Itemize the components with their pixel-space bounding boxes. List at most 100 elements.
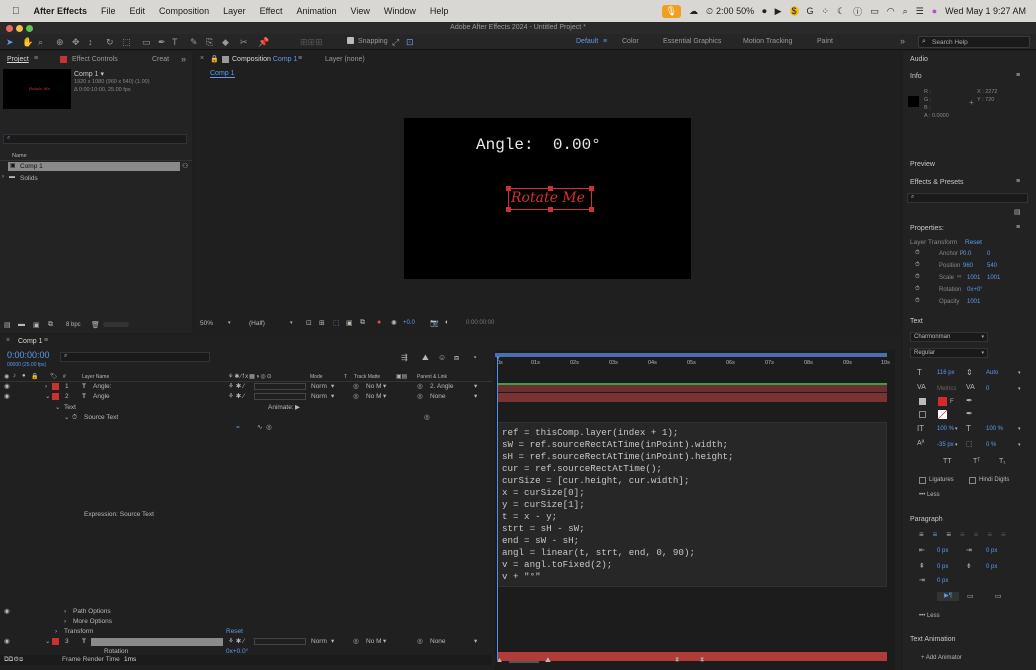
project-item-comp1[interactable]: ▣ Comp 1 xyxy=(8,162,180,171)
parent-dropdown[interactable]: None xyxy=(430,637,446,647)
parent-dropdown[interactable]: 2. Angle xyxy=(430,382,454,392)
expression-code[interactable]: ref = thisComp.layer(index + 1); sW = ref… xyxy=(502,427,734,583)
horizontal-scale-value[interactable]: 100 % xyxy=(986,426,1003,432)
camera-icon[interactable]: 📷 xyxy=(430,319,439,327)
wifi-icon[interactable]: ◠ xyxy=(887,6,895,17)
parent-pickwhip-icon[interactable]: ◎ xyxy=(417,382,423,392)
first-line-indent-value[interactable]: 0 px xyxy=(937,578,948,584)
close-tab-icon[interactable]: × xyxy=(200,55,204,62)
magnification-dropdown[interactable]: 50% xyxy=(200,320,213,327)
kerning-value[interactable]: Metrics xyxy=(937,386,956,392)
info-menu-icon[interactable]: ≡ xyxy=(1016,72,1020,79)
tab-effect-controls[interactable]: Effect Controls xyxy=(72,56,118,63)
transform-reset[interactable]: Reset xyxy=(226,627,243,637)
layer-label-color[interactable] xyxy=(52,638,59,645)
text-less-button[interactable]: ••• Less xyxy=(919,492,940,498)
effects-search-input[interactable]: ⌕ xyxy=(907,193,1028,203)
battery-icon[interactable]: ▭ xyxy=(870,6,879,17)
timeline-zoom-bar[interactable]: ⛰ ⛰ ⧗ ⧗ xyxy=(495,657,887,667)
chevron-right-icon[interactable]: › xyxy=(45,382,47,392)
zoom-slider[interactable] xyxy=(509,661,539,663)
siri-icon[interactable]: ● xyxy=(932,6,937,16)
new-folder-icon[interactable]: ▬ xyxy=(18,321,25,328)
interpret-footage-icon[interactable]: ▤ xyxy=(4,321,11,329)
matte-link-icon[interactable]: ◎ xyxy=(353,382,359,392)
current-time[interactable]: 0:00:00:00 xyxy=(7,350,50,360)
channel-icon[interactable]: ▣ xyxy=(346,319,353,327)
layer-name-field[interactable] xyxy=(91,638,223,646)
expression-enable-icon[interactable]: = xyxy=(236,423,240,433)
indent-left-value[interactable]: 0 px xyxy=(937,548,948,554)
type-tool-icon[interactable]: T xyxy=(172,37,178,47)
draft-3d-icon[interactable]: ⛰ xyxy=(422,353,429,363)
handle-tr[interactable] xyxy=(589,186,594,191)
tab-project[interactable]: Project xyxy=(7,56,29,63)
render-icons[interactable]: ⧉⧉⚙⧈ xyxy=(4,655,23,665)
code-line[interactable]: cur = ref.sourceRectAtTime(); xyxy=(502,463,734,475)
screen-record-icon[interactable]: ⏺ xyxy=(762,6,767,17)
handle-bm[interactable] xyxy=(548,207,553,212)
viewer-timecode[interactable]: 0:00:00:00 xyxy=(466,320,494,326)
indent-right-value[interactable]: 0 px xyxy=(986,548,997,554)
code-line[interactable]: strt = sH - sW; xyxy=(502,523,734,535)
menu-effect[interactable]: Effect xyxy=(260,6,283,16)
subscript-button[interactable]: T₁ xyxy=(999,458,1006,465)
visibility-icon[interactable]: ◉ xyxy=(4,637,10,647)
code-line[interactable]: sH = ref.sourceRectAtTime(inPoint).heigh… xyxy=(502,451,734,463)
roto-tool-icon[interactable]: ✂ xyxy=(240,37,248,48)
parent-dropdown[interactable]: None xyxy=(430,392,446,402)
zoom-window-button[interactable] xyxy=(26,25,33,32)
stroke-color-swatch[interactable] xyxy=(938,410,947,419)
prop-position[interactable]: ⏱ Position 960 540 xyxy=(915,262,1030,272)
comp-canvas[interactable]: Angle: 0.00° Rotate Me xyxy=(404,118,691,279)
comp-menu-icon[interactable]: ≡ xyxy=(298,55,302,62)
expression-editor[interactable]: ref = thisComp.layer(index + 1); sW = ref… xyxy=(497,422,887,587)
layer-bar-1[interactable] xyxy=(497,383,887,392)
stroke-checkbox[interactable] xyxy=(919,411,926,418)
workspace-default[interactable]: Default xyxy=(576,38,598,45)
stopwatch-icon[interactable]: ⏱ xyxy=(915,298,920,305)
track-matte-dropdown[interactable]: No M xyxy=(366,392,382,402)
search-help-input[interactable]: ⌕ Search Help xyxy=(918,36,1030,48)
prop-value-1[interactable]: 1001 xyxy=(967,275,980,281)
audio-panel-title[interactable]: Audio xyxy=(910,56,928,63)
track-matte-dropdown[interactable]: No M xyxy=(366,637,382,647)
out-point-marker[interactable]: ⧗ xyxy=(700,657,704,664)
timeline-menu-icon[interactable]: ≡ xyxy=(44,337,48,344)
chevron-right-icon[interactable]: › xyxy=(2,174,4,180)
layer-switch-boxes[interactable] xyxy=(254,638,306,645)
prop-value-1[interactable]: 960 xyxy=(963,263,973,269)
fill-color-swatch[interactable] xyxy=(938,397,947,406)
chevron-down-icon[interactable]: ⌄ xyxy=(64,413,69,423)
vertical-direction-button[interactable]: ▭ xyxy=(995,592,1002,600)
prop-value-1[interactable]: 0.0 xyxy=(963,251,971,257)
timeline-search-input[interactable]: ⌕ xyxy=(60,352,210,362)
tab-layer[interactable]: Layer (none) xyxy=(325,56,365,63)
puppet-tool-icon[interactable]: 📌 xyxy=(258,37,269,48)
grid-icon[interactable]: ⊞ xyxy=(319,319,325,327)
info-icon[interactable]: ⓘ xyxy=(853,5,862,18)
app-menu[interactable]: After Effects xyxy=(34,6,88,16)
blend-mode-dropdown[interactable]: Norm xyxy=(311,637,327,647)
layer-name[interactable]: Angle xyxy=(93,392,110,402)
prop-scale[interactable]: ⏱ Scale ∞ 1001 1001 xyxy=(915,274,1030,284)
code-line[interactable]: t = x - y; xyxy=(502,511,734,523)
blend-mode-dropdown[interactable]: Norm xyxy=(311,382,327,392)
effects-panel-title[interactable]: Effects & Presets xyxy=(910,179,964,186)
recording-icon[interactable]: 🎙 xyxy=(661,4,682,18)
rectangle-tool-icon[interactable]: ▭ xyxy=(142,37,151,48)
search-icon[interactable]: ⌕ xyxy=(903,6,908,17)
comp-flowchart-icon[interactable]: ⇶ xyxy=(401,353,408,362)
selection-tool-icon[interactable]: ➤ xyxy=(6,37,14,48)
work-area-bar[interactable] xyxy=(495,353,887,357)
parent-pickwhip-icon[interactable]: ◎ xyxy=(417,637,423,647)
chevron-down-icon[interactable]: ⌄ xyxy=(45,392,50,402)
resolution-dropdown[interactable]: (Half) xyxy=(249,320,265,327)
layer-label-color[interactable] xyxy=(52,393,59,400)
menu-view[interactable]: View xyxy=(350,6,369,16)
workspace-motion-tracking[interactable]: Motion Tracking xyxy=(743,38,792,45)
source-text-row[interactable]: ⌄ ⏱ Source Text ◎ xyxy=(0,413,492,423)
battery-timer-icon[interactable]: ⏲ xyxy=(706,6,713,17)
text-group-row[interactable]: ⌄ Text Animate: ▶ xyxy=(0,403,492,413)
menu-layer[interactable]: Layer xyxy=(223,6,246,16)
